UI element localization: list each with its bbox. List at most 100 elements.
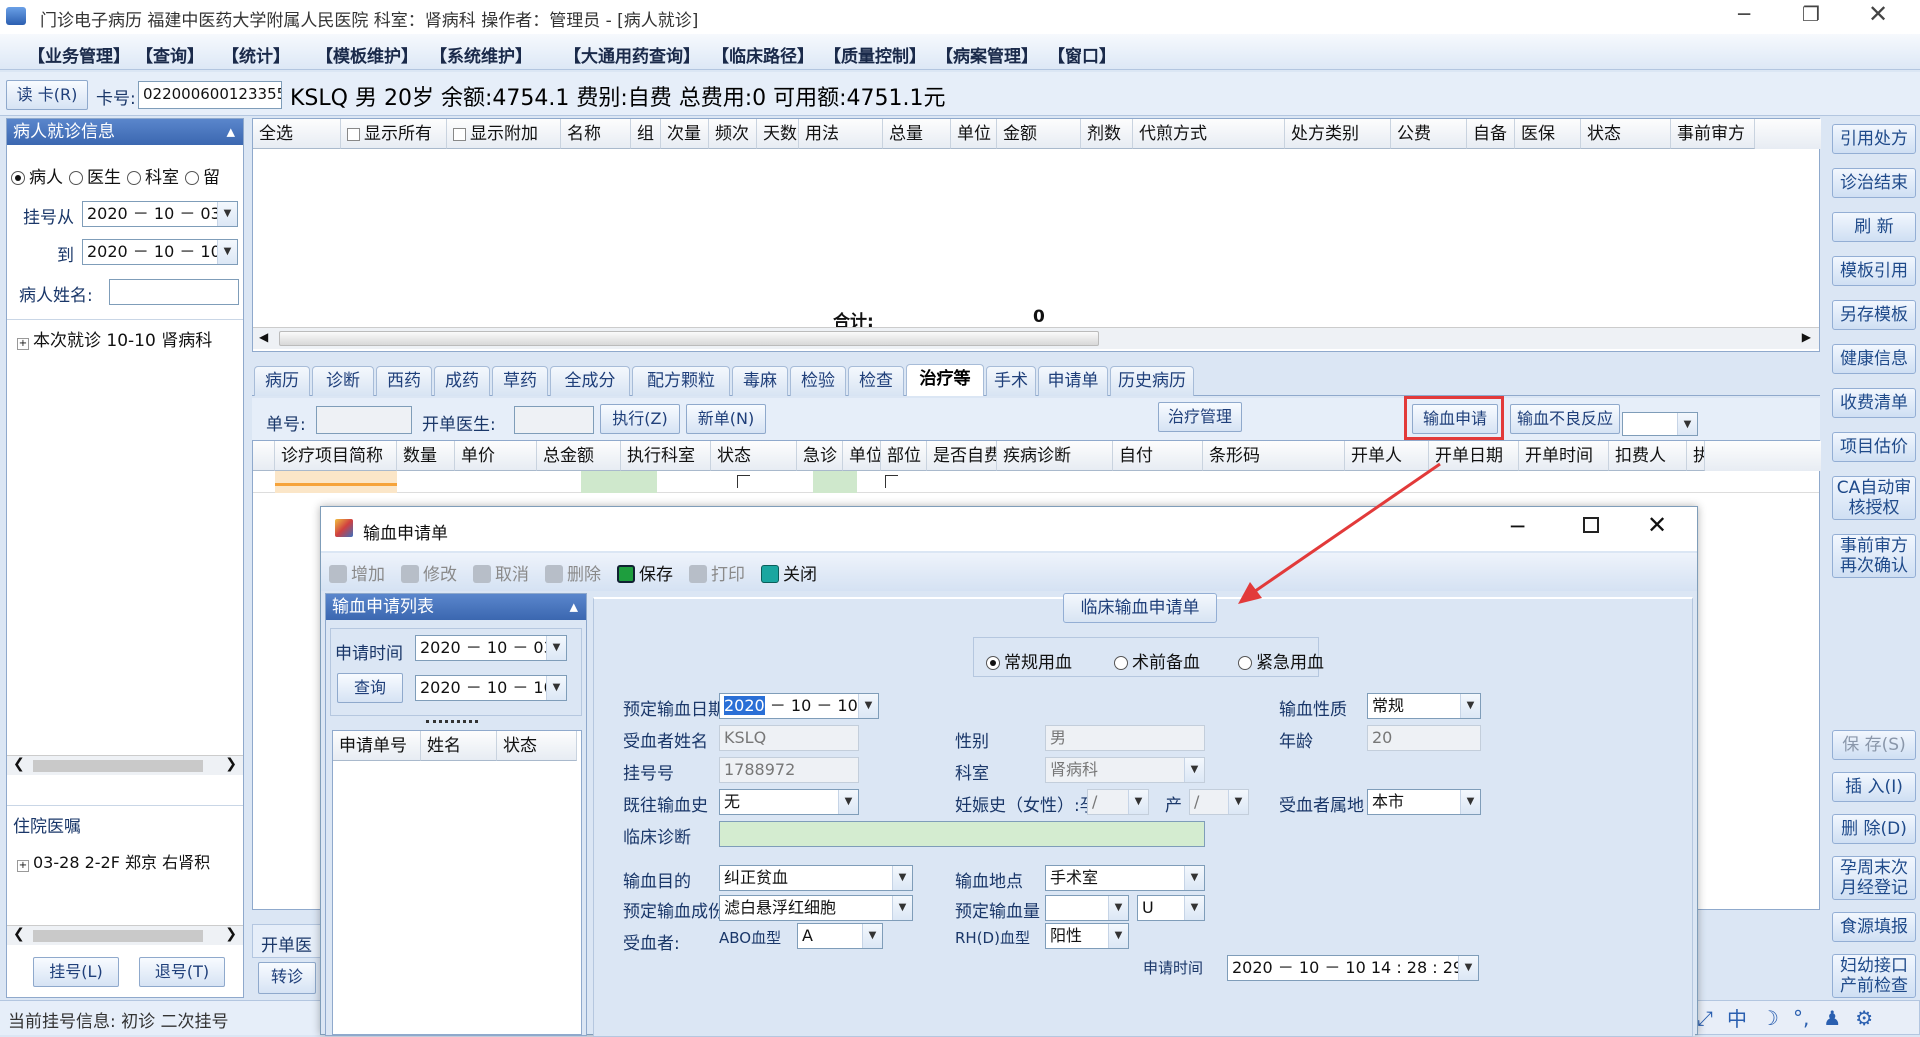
ime-toggle-icon[interactable]: ⤢ — [1697, 1006, 1713, 1030]
scroll-left-icon[interactable]: ❮ — [13, 756, 25, 772]
scroll-right-icon[interactable]: ❯ — [225, 926, 237, 942]
pin-icon[interactable]: ▴ — [569, 594, 578, 620]
dialog-minimize-icon[interactable]: ─ — [1511, 515, 1524, 540]
left-hscroll[interactable]: ❮ ❯ — [7, 755, 243, 775]
chevron-down-icon[interactable]: ▼ — [546, 636, 566, 660]
self-pay-checkbox[interactable] — [885, 475, 898, 488]
chevron-down-icon[interactable]: ▼ — [1458, 956, 1478, 980]
toolbar-button-6[interactable]: 关闭 — [761, 560, 817, 585]
filter-radio[interactable]: 科室 — [127, 168, 179, 188]
amount-select[interactable]: ▼ — [1045, 895, 1129, 921]
menu-item[interactable]: 【模板维护】 — [316, 42, 430, 67]
chevron-down-icon[interactable]: ▼ — [1184, 866, 1204, 890]
radio-icon[interactable] — [127, 171, 141, 185]
side-button[interactable]: 模板引用 — [1832, 256, 1916, 286]
chevron-down-icon[interactable]: ▼ — [1460, 790, 1480, 814]
radio-icon[interactable] — [11, 171, 25, 185]
chevron-down-icon[interactable]: ▼ — [1128, 790, 1148, 814]
radio-icon[interactable] — [69, 171, 83, 185]
order-no-input[interactable] — [316, 406, 412, 434]
filter-radio[interactable]: 医生 — [69, 168, 121, 188]
side-button[interactable]: 引用处方 — [1832, 124, 1916, 154]
chevron-down-icon[interactable]: ▼ — [1677, 413, 1697, 435]
show-all-toggle[interactable]: 显示所有 — [341, 119, 447, 149]
scroll-thumb[interactable] — [33, 930, 203, 942]
side-button[interactable]: 刷 新 — [1832, 212, 1916, 242]
radio-emergency[interactable]: 紧急用血 — [1238, 648, 1324, 673]
transfusion-apply-button[interactable]: 输血申请 — [1412, 404, 1498, 434]
side-button[interactable]: 删 除(D) — [1832, 814, 1916, 844]
toolbar-button-3[interactable]: 删除 — [545, 560, 601, 585]
tab-3[interactable]: 成药 — [434, 366, 490, 396]
new-order-button[interactable]: 新单(N) — [686, 404, 766, 434]
left-hscroll-2[interactable]: ❮ ❯ — [7, 925, 243, 945]
register-button[interactable]: 挂号(L) — [33, 957, 119, 987]
scroll-thumb[interactable] — [279, 331, 1099, 346]
chevron-down-icon[interactable]: ▼ — [892, 896, 912, 920]
chevron-down-icon[interactable]: ▼ — [1460, 694, 1480, 718]
nature-select[interactable]: 常规 ▼ — [1367, 693, 1481, 719]
side-button[interactable]: 项目估价 — [1832, 432, 1916, 462]
emergency-checkbox[interactable] — [737, 475, 750, 488]
toolbar-button-5[interactable]: 打印 — [689, 560, 745, 585]
chevron-down-icon[interactable]: ▼ — [1184, 896, 1204, 920]
unregister-button[interactable]: 退号(T) — [139, 957, 225, 987]
adverse-reaction-button[interactable]: 输血不良反应 — [1510, 404, 1620, 434]
pregnancy-select[interactable]: / ▼ — [1087, 789, 1149, 815]
filter-radio[interactable]: 留 — [185, 168, 220, 188]
tab-10[interactable]: 治疗等 — [906, 364, 984, 396]
purpose-select[interactable]: 纠正贫血 ▼ — [719, 865, 913, 891]
scroll-left-icon[interactable]: ◀ — [259, 330, 268, 344]
history-select[interactable]: 无 ▼ — [719, 789, 859, 815]
expand-icon[interactable]: + — [17, 338, 29, 350]
chevron-down-icon[interactable]: ▼ — [892, 866, 912, 890]
apply-date-to[interactable]: 2020 － 10 － 10 ▼ — [415, 675, 567, 701]
visit-tree-item[interactable]: + 本次就诊 10-10 肾病科 — [17, 326, 212, 351]
tab-12[interactable]: 申请单 — [1038, 366, 1108, 396]
menu-item[interactable]: 【质量控制】 — [824, 42, 936, 67]
tab-2[interactable]: 西药 — [376, 366, 432, 396]
side-button[interactable]: 孕周末次月经登记 — [1832, 856, 1916, 900]
select-all-header[interactable]: 全选 — [253, 119, 341, 149]
diagnosis-input[interactable] — [719, 821, 1205, 847]
place-select[interactable]: 手术室 ▼ — [1045, 865, 1205, 891]
expand-icon[interactable]: + — [17, 860, 29, 872]
chevron-down-icon[interactable]: ▼ — [858, 694, 878, 718]
show-extra-toggle[interactable]: 显示附加 — [447, 119, 561, 149]
component-select[interactable]: 滤白悬浮红细胞 ▼ — [719, 895, 913, 921]
apply-date-from[interactable]: 2020 － 10 － 03 ▼ — [415, 635, 567, 661]
reg-to-date[interactable]: 2020 － 10 － 10 ▼ — [82, 239, 238, 265]
reg-from-date[interactable]: 2020 － 10 － 03 ▼ — [82, 201, 238, 227]
tab-7[interactable]: 毒麻 — [732, 366, 788, 396]
chevron-down-icon[interactable]: ▼ — [217, 202, 237, 226]
chevron-down-icon[interactable]: ▼ — [838, 790, 858, 814]
scroll-right-icon[interactable]: ❯ — [225, 756, 237, 772]
chevron-down-icon[interactable]: ▼ — [862, 924, 882, 948]
treatment-manage-button[interactable]: 治疗管理 — [1158, 402, 1242, 432]
side-button[interactable]: 插 入(I) — [1832, 772, 1916, 802]
restore-icon[interactable]: ❐ — [1802, 2, 1820, 26]
side-button[interactable]: CA自动审核授权 — [1832, 476, 1916, 520]
side-button[interactable]: 另存模板 — [1832, 300, 1916, 330]
ime-punct-icon[interactable]: °, — [1793, 1006, 1809, 1030]
query-button[interactable]: 查询 — [337, 673, 403, 703]
tab-0[interactable]: 病历 — [254, 366, 310, 396]
scroll-left-icon[interactable]: ❮ — [13, 926, 25, 942]
toolbar-button-2[interactable]: 取消 — [473, 560, 529, 585]
doctor-input[interactable] — [514, 406, 594, 434]
splitter-grip[interactable] — [426, 720, 478, 724]
tab-11[interactable]: 手术 — [986, 366, 1036, 396]
checkbox-icon[interactable] — [347, 128, 360, 141]
rx-hscroll[interactable]: ◀ ▶ — [253, 327, 1819, 349]
tab-6[interactable]: 配方颗粒 — [632, 366, 730, 396]
chevron-down-icon[interactable]: ▼ — [1228, 790, 1248, 814]
tab-13[interactable]: 历史病历 — [1110, 366, 1194, 396]
side-button[interactable]: 食源填报 — [1832, 912, 1916, 942]
toolbar-button-4[interactable]: 保存 — [617, 560, 673, 585]
chevron-down-icon[interactable]: ▼ — [217, 240, 237, 264]
tab-8[interactable]: 检验 — [790, 366, 846, 396]
transfusion-date[interactable]: 2020 － 10 － 10 ▼ — [719, 693, 879, 719]
radio-icon[interactable] — [185, 171, 199, 185]
birth-select[interactable]: / ▼ — [1189, 789, 1249, 815]
tab-5[interactable]: 全成分 — [550, 366, 630, 396]
